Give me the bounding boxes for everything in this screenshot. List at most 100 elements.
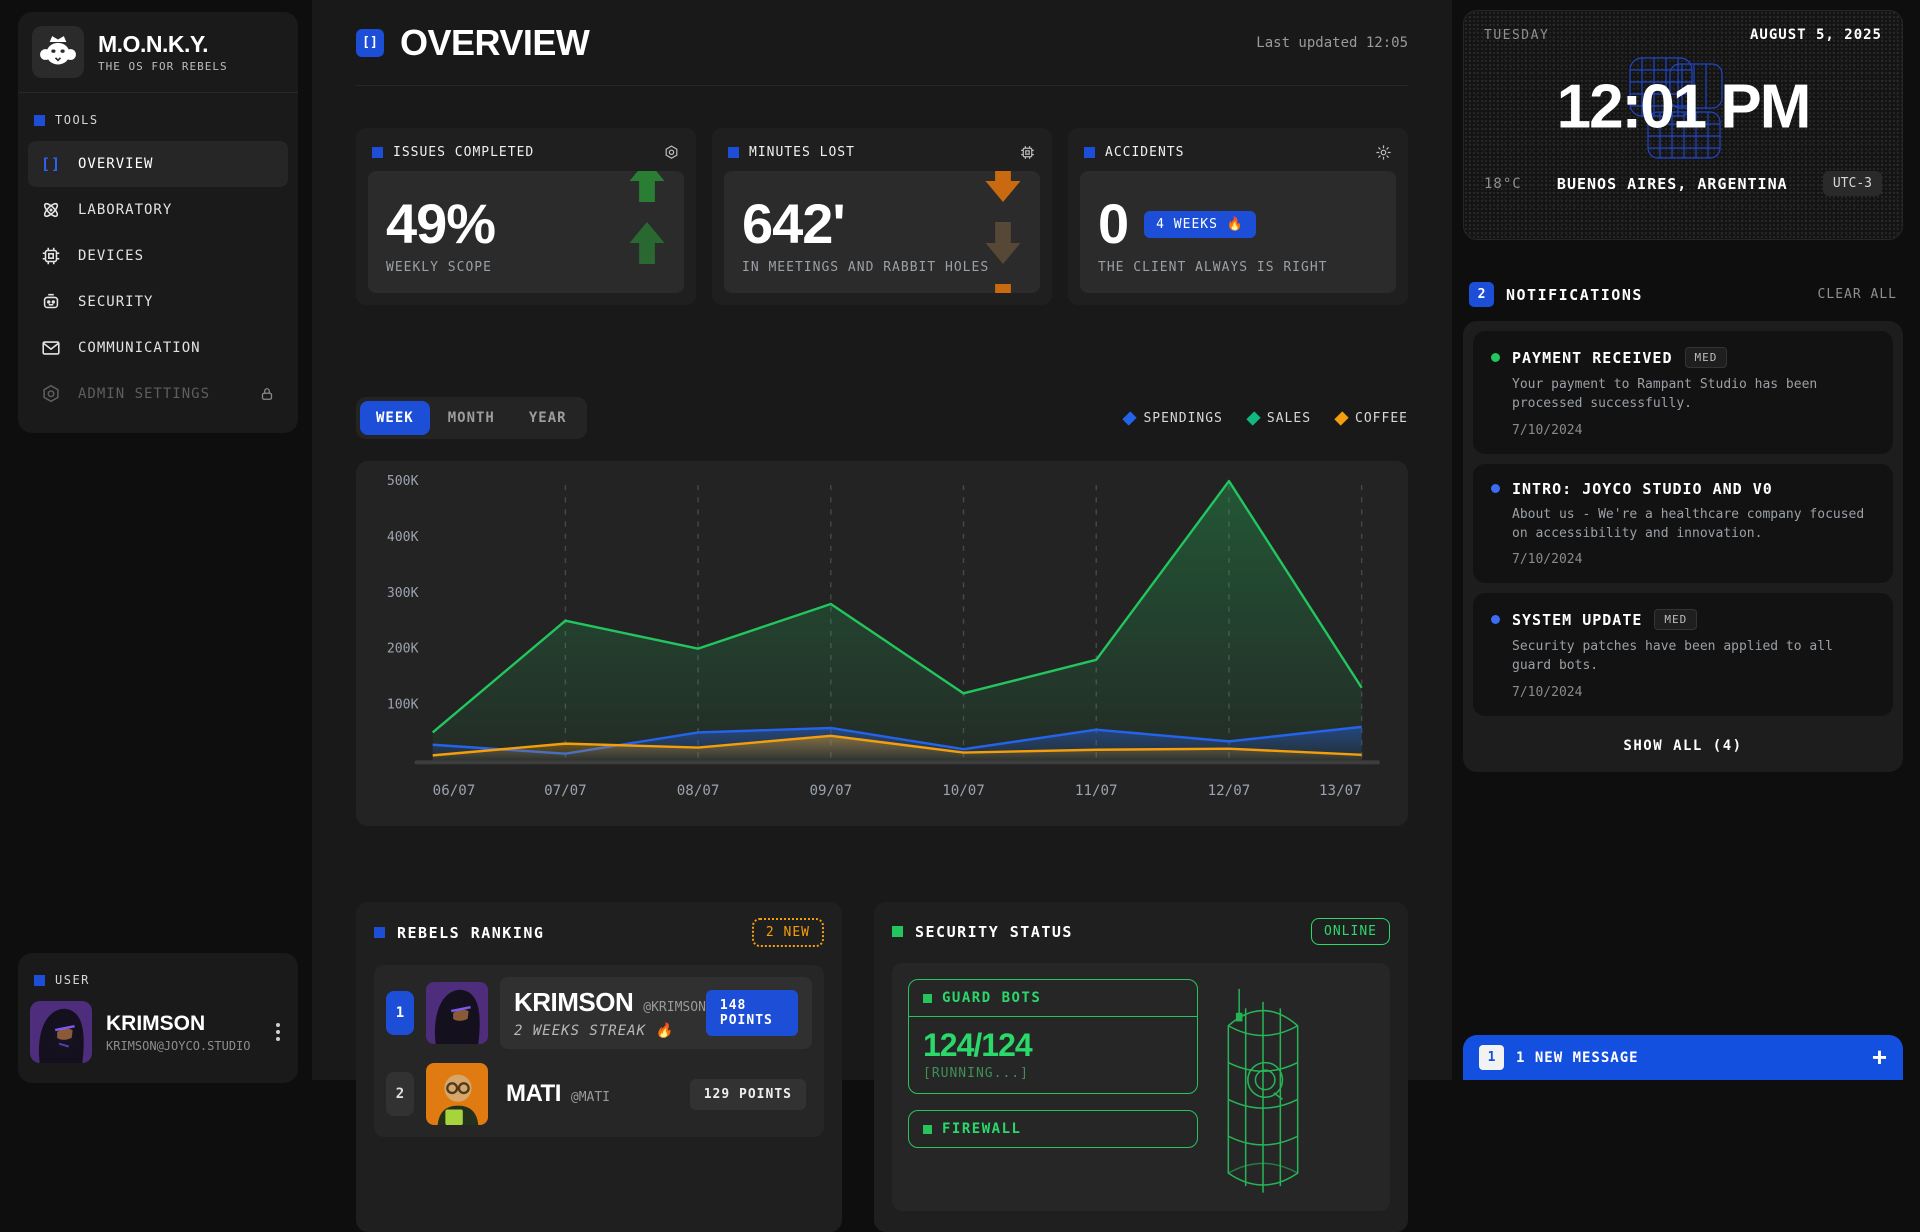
plus-icon[interactable]: + [1872, 1042, 1887, 1073]
ranking-name-box: MATI@MATI 129 POINTS [500, 1069, 812, 1120]
svg-text:10/07: 10/07 [942, 783, 985, 799]
location: BUENOS AIRES, ARGENTINA [1557, 175, 1788, 193]
tab-month[interactable]: MONTH [432, 401, 511, 435]
sidebar-item-communication[interactable]: COMMUNICATION [28, 325, 288, 371]
stat-value: 49% [386, 195, 666, 254]
new-message-bar[interactable]: 1 1 NEW MESSAGE + [1463, 1035, 1903, 1080]
chip-icon[interactable] [1019, 144, 1036, 161]
atom-icon [40, 199, 62, 221]
svg-text:200K: 200K [387, 642, 419, 657]
burst-icon[interactable] [1375, 144, 1392, 161]
bottom-row: REBELS RANKING 2 NEW 1 [356, 902, 1408, 1232]
notification-date: 7/10/2024 [1512, 685, 1875, 700]
date: AUGUST 5, 2025 [1750, 27, 1882, 43]
main-content: [] OVERVIEW Last updated 12:05 ISSUES CO… [312, 0, 1452, 1080]
clock-time: 12:01 PM [1557, 72, 1810, 143]
blue-square-icon [1084, 147, 1095, 158]
app-name: M.O.N.K.Y. [98, 31, 228, 58]
user-menu-kebab-icon[interactable] [270, 1017, 286, 1047]
user-name: KRIMSON [106, 1012, 251, 1036]
clear-all-button[interactable]: CLEAR ALL [1818, 287, 1897, 302]
tab-week[interactable]: WEEK [360, 401, 430, 435]
app-title-block: M.O.N.K.Y. THE OS FOR REBELS [98, 31, 228, 73]
sidebar-item-laboratory[interactable]: LABORATORY [28, 187, 288, 233]
tab-year[interactable]: YEAR [513, 401, 583, 435]
points-badge: 148 POINTS [706, 990, 798, 1036]
rank-badge: 2 [386, 1072, 414, 1116]
message-count-badge: 1 [1479, 1045, 1504, 1070]
notification-item[interactable]: SYSTEM UPDATE MED Security patches have … [1473, 593, 1893, 716]
tools-section-label: TOOLS [18, 93, 298, 137]
blue-square-icon [372, 147, 383, 158]
line-area-chart: 100K200K300K400K500K06/0707/0708/0709/07… [374, 475, 1390, 812]
guard-bot-wireframe [1198, 979, 1328, 1195]
green-square-icon [923, 1125, 932, 1134]
hexagon-gear-icon[interactable] [663, 144, 680, 161]
trend-up-arrows [626, 171, 668, 267]
blue-square-icon [34, 975, 45, 986]
notification-title: INTRO: JOYCO STUDIO AND V0 [1512, 480, 1773, 498]
app-logo-row: M.O.N.K.Y. THE OS FOR REBELS [18, 12, 298, 93]
stat-card-issues: ISSUES COMPLETED 49% WEEKLY SCOPE [356, 128, 696, 305]
notification-title: SYSTEM UPDATE [1512, 611, 1642, 629]
show-all-button[interactable]: SHOW ALL (4) [1473, 726, 1893, 762]
rebel-handle: @KRIMSON [643, 1000, 706, 1015]
stat-card-accidents: ACCIDENTS 0 4 WEEKS 🔥 THE CLIENT ALWAYS … [1068, 128, 1408, 305]
notification-count-badge: 2 [1469, 282, 1494, 307]
user-info: KRIMSON KRIMSON@JOYCO.STUDIO [106, 1012, 251, 1053]
stat-body: 642' IN MEETINGS AND RABBIT HOLES [724, 171, 1040, 293]
stat-title: ISSUES COMPLETED [393, 145, 534, 160]
sidebar-item-overview[interactable]: [] OVERVIEW [28, 141, 288, 187]
svg-text:06/07: 06/07 [433, 783, 476, 799]
sidebar-nav: [] OVERVIEW LABORATORY [18, 137, 298, 433]
notifications-header: 2 NOTIFICATIONS CLEAR ALL [1463, 282, 1903, 307]
user-card: USER KRIMSON KRIMSON@JOYCO.STUDIO [18, 953, 298, 1083]
user-row[interactable]: KRIMSON KRIMSON@JOYCO.STUDIO [18, 997, 298, 1071]
user-section-label: USER [18, 953, 298, 997]
clock-card: TUESDAY AUGUST 5, 2025 12:01 PM 18°C [1463, 10, 1903, 240]
status-dot [1491, 353, 1500, 362]
ranking-row-2[interactable]: 2 MATI@MATI [386, 1063, 812, 1125]
chip-icon [40, 245, 62, 267]
overview-brackets-icon: [] [356, 29, 384, 57]
utc-offset-badge: UTC-3 [1823, 171, 1882, 196]
notification-body: Security patches have been applied to al… [1512, 638, 1875, 676]
weekday: TUESDAY [1484, 28, 1549, 43]
legend-sales: SALES [1249, 411, 1311, 426]
priority-badge: MED [1685, 347, 1728, 368]
security-body: GUARD BOTS 124/124 [RUNNING...] FIREWALL [892, 963, 1390, 1211]
notification-title: PAYMENT RECEIVED [1512, 349, 1673, 367]
avatar [426, 982, 488, 1044]
stat-value: 0 [1098, 195, 1128, 254]
svg-text:13/07: 13/07 [1319, 783, 1362, 799]
svg-text:400K: 400K [387, 530, 419, 545]
diamond-icon [1334, 411, 1348, 425]
guard-bots-title: GUARD BOTS [942, 990, 1041, 1006]
rebels-ranking-panel: REBELS RANKING 2 NEW 1 [356, 902, 842, 1232]
ranking-list: 1 KRIMSON@KRIMSON 2 WEEKS STREAK 🔥 [374, 965, 824, 1137]
ranking-row-1[interactable]: 1 KRIMSON@KRIMSON 2 WEEKS STREAK 🔥 [386, 977, 812, 1049]
sidebar-item-security[interactable]: SECURITY [28, 279, 288, 325]
guard-bots-box: GUARD BOTS 124/124 [RUNNING...] [908, 979, 1198, 1094]
notifications-panel: PAYMENT RECEIVED MED Your payment to Ram… [1463, 321, 1903, 772]
svg-text:07/07: 07/07 [544, 783, 587, 799]
page-title: OVERVIEW [400, 22, 589, 64]
online-badge: ONLINE [1311, 918, 1390, 945]
stat-card-minutes: MINUTES LOST 642' IN MEETINGS AND RABBIT… [712, 128, 1052, 305]
blue-square-icon [34, 115, 45, 126]
sidebar-item-admin-settings[interactable]: ADMIN SETTINGS [28, 371, 288, 417]
brackets-icon: [] [40, 155, 62, 173]
sidebar-item-devices[interactable]: DEVICES [28, 233, 288, 279]
sidebar: M.O.N.K.Y. THE OS FOR REBELS TOOLS [] OV… [18, 12, 298, 433]
panel-title: SECURITY STATUS [915, 923, 1073, 941]
user-email: KRIMSON@JOYCO.STUDIO [106, 1039, 251, 1053]
svg-text:12/07: 12/07 [1208, 783, 1251, 799]
notification-item[interactable]: INTRO: JOYCO STUDIO AND V0 About us - We… [1473, 464, 1893, 584]
svg-text:100K: 100K [387, 698, 419, 713]
notification-date: 7/10/2024 [1512, 423, 1875, 438]
envelope-icon [40, 337, 62, 359]
notification-item[interactable]: PAYMENT RECEIVED MED Your payment to Ram… [1473, 331, 1893, 454]
diamond-icon [1123, 411, 1137, 425]
blue-square-icon [728, 147, 739, 158]
firewall-title: FIREWALL [942, 1121, 1021, 1137]
